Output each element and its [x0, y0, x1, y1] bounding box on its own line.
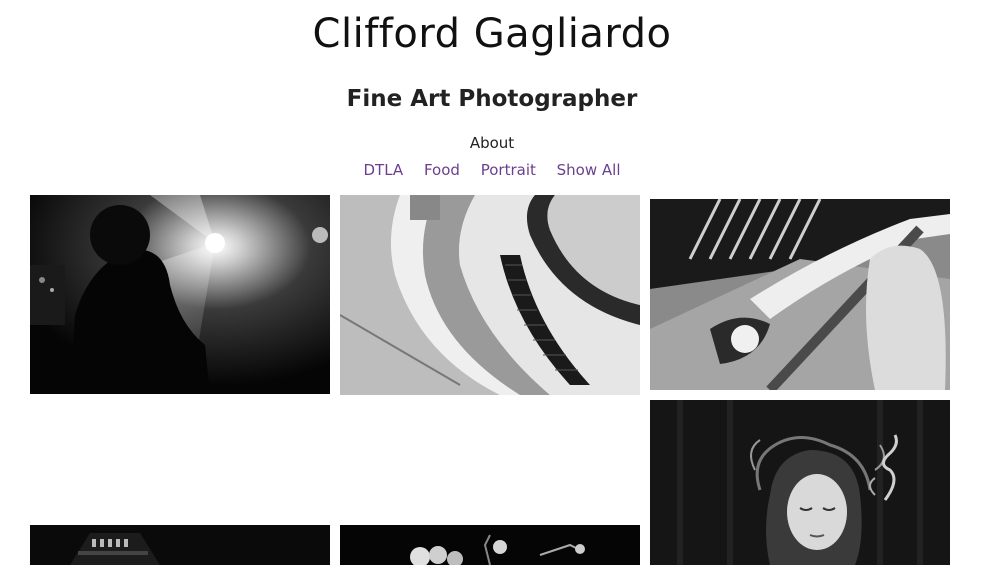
- primary-nav: About: [0, 133, 984, 153]
- photo-spiral-staircase[interactable]: [340, 195, 640, 395]
- nav-link-food[interactable]: Food: [424, 161, 460, 179]
- photo-concert-light-image: [30, 195, 330, 394]
- photo-dark-building[interactable]: [30, 525, 330, 565]
- nav-link-portrait[interactable]: Portrait: [481, 161, 536, 179]
- photo-handrail-figure[interactable]: [650, 199, 950, 390]
- photo-flowers[interactable]: [340, 525, 640, 565]
- photo-woman-portrait-image: [650, 400, 950, 565]
- nav-link-dtla[interactable]: DTLA: [363, 161, 403, 179]
- site-subtitle: Fine Art Photographer: [346, 86, 638, 112]
- photo-woman-portrait[interactable]: [650, 400, 950, 565]
- photo-handrail-figure-image: [650, 199, 950, 390]
- photo-spiral-staircase-image: [340, 195, 640, 395]
- site-title[interactable]: Clifford Gagliardo: [0, 10, 984, 58]
- gallery-nav: DTLA Food Portrait Show All: [0, 160, 984, 180]
- photo-dark-building-image: [30, 525, 330, 565]
- nav-link-about[interactable]: About: [470, 134, 514, 152]
- nav-link-show-all[interactable]: Show All: [557, 161, 621, 179]
- photo-flowers-image: [340, 525, 640, 565]
- photo-concert-light[interactable]: [30, 195, 330, 394]
